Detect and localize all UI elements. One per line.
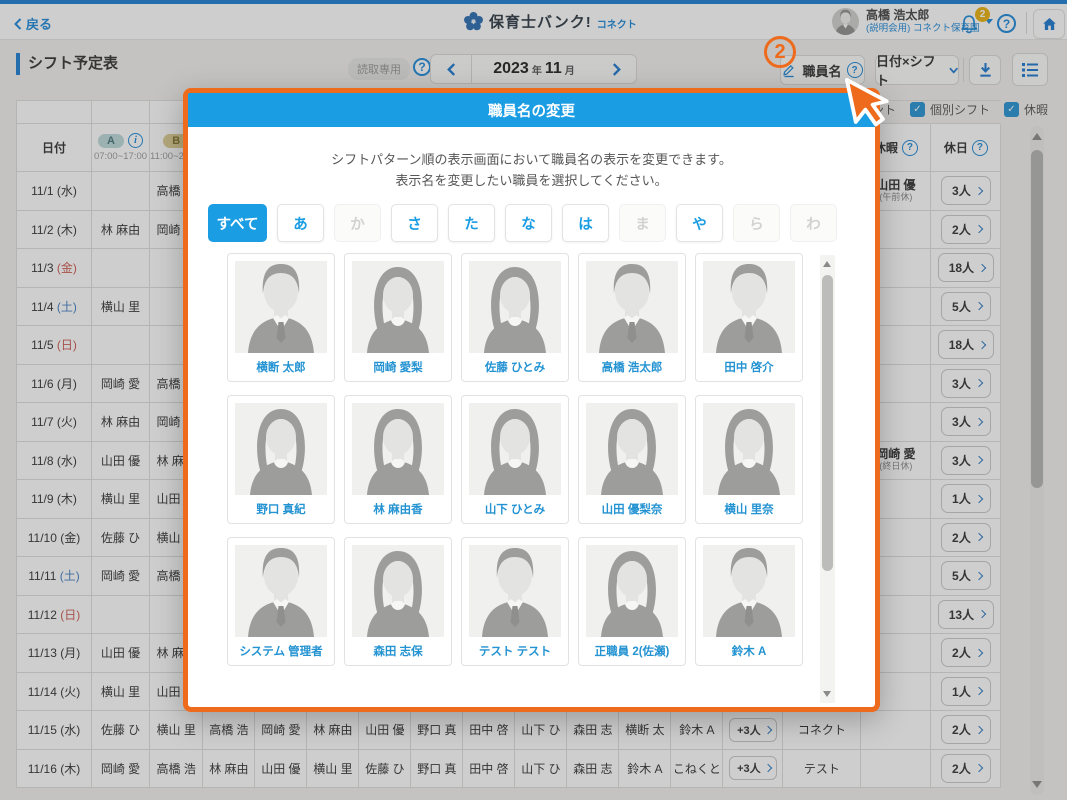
kana-tab-か: か <box>334 204 381 242</box>
female-silhouette-icon <box>469 261 561 353</box>
kana-tab-は[interactable]: は <box>562 204 609 242</box>
female-silhouette-icon <box>586 403 678 495</box>
staff-photo <box>235 261 327 353</box>
kana-tab-あ[interactable]: あ <box>277 204 324 242</box>
kana-tab-さ[interactable]: さ <box>391 204 438 242</box>
male-silhouette-icon <box>469 545 561 637</box>
staff-card[interactable]: 高橋 浩太郎 <box>578 253 686 382</box>
staff-photo <box>352 261 444 353</box>
staff-photo <box>703 403 795 495</box>
staff-card[interactable]: 横山 里奈 <box>695 395 803 524</box>
female-silhouette-icon <box>703 403 795 495</box>
kana-tab-や[interactable]: や <box>676 204 723 242</box>
staff-card[interactable]: 正職員 2(佐瀬) <box>578 537 686 666</box>
app-window: 戻る 保育士バンク! コネクト 高橋 浩太郎 (説明会用) コネクト保育園 <box>0 0 1067 800</box>
female-silhouette-icon <box>352 545 444 637</box>
staff-name: 岡崎 愛梨 <box>352 359 444 375</box>
staff-photo <box>235 545 327 637</box>
staff-card[interactable]: 岡崎 愛梨 <box>344 253 452 382</box>
female-silhouette-icon <box>469 403 561 495</box>
staff-name: システム 管理者 <box>235 643 327 659</box>
kana-tab-ら: ら <box>733 204 780 242</box>
orange-arrow-cursor <box>835 77 893 139</box>
staff-photo <box>469 545 561 637</box>
staff-card[interactable]: 野口 真紀 <box>227 395 335 524</box>
staff-photo <box>703 545 795 637</box>
male-silhouette-icon <box>703 545 795 637</box>
male-silhouette-icon <box>586 261 678 353</box>
staff-photo <box>586 261 678 353</box>
staff-name: 山下 ひとみ <box>469 501 561 517</box>
staff-card[interactable]: 田中 啓介 <box>695 253 803 382</box>
male-silhouette-icon <box>235 261 327 353</box>
female-silhouette-icon <box>352 403 444 495</box>
staff-card[interactable]: 山下 ひとみ <box>461 395 569 524</box>
staff-card[interactable]: 佐藤 ひとみ <box>461 253 569 382</box>
staff-name: テスト テスト <box>469 643 561 659</box>
kana-tab-わ: わ <box>790 204 837 242</box>
scrollbar-thumb[interactable] <box>822 275 833 571</box>
kana-tab-た[interactable]: た <box>448 204 495 242</box>
male-silhouette-icon <box>703 261 795 353</box>
staff-name: 田中 啓介 <box>703 359 795 375</box>
staff-card[interactable]: テスト テスト <box>461 537 569 666</box>
modal-title: 職員名の変更 <box>188 93 875 127</box>
staff-photo <box>235 403 327 495</box>
scroll-up-arrow[interactable] <box>823 261 831 267</box>
staff-name-change-modal: 職員名の変更 シフトパターン順の表示画面において職員名の表示を変更できます。 表… <box>183 88 880 712</box>
staff-name: 野口 真紀 <box>235 501 327 517</box>
modal-scrollbar[interactable] <box>820 255 835 703</box>
female-silhouette-icon <box>586 545 678 637</box>
staff-photo <box>703 261 795 353</box>
staff-name: 高橋 浩太郎 <box>586 359 678 375</box>
staff-card-grid: 横断 太郎 岡崎 愛梨 佐藤 ひとみ 高橋 浩太郎 田中 啓介野口 真紀 林 麻由香 山下 … <box>227 253 803 666</box>
kana-tab-すべて[interactable]: すべて <box>208 204 267 242</box>
staff-card[interactable]: 林 麻由香 <box>344 395 452 524</box>
staff-name: 横山 里奈 <box>703 501 795 517</box>
staff-name: 正職員 2(佐瀬) <box>586 643 678 659</box>
staff-photo <box>469 261 561 353</box>
staff-card[interactable]: 横断 太郎 <box>227 253 335 382</box>
staff-photo <box>469 403 561 495</box>
kana-tab-な[interactable]: な <box>505 204 552 242</box>
modal-description-line1: シフトパターン順の表示画面において職員名の表示を変更できます。 <box>188 149 875 170</box>
kana-tab-ま: ま <box>619 204 666 242</box>
modal-description-line2: 表示名を変更したい職員を選択してください。 <box>188 170 875 191</box>
staff-name: 林 麻由香 <box>352 501 444 517</box>
staff-name: 鈴木 A <box>703 643 795 659</box>
scroll-down-arrow[interactable] <box>823 691 831 697</box>
staff-photo <box>352 545 444 637</box>
staff-photo <box>586 403 678 495</box>
kana-filter-tabs: すべてあかさたなはまやらわ <box>208 204 875 242</box>
male-silhouette-icon <box>235 545 327 637</box>
staff-name: 山田 優梨奈 <box>586 501 678 517</box>
annotation-step-number: 2 <box>764 36 796 68</box>
staff-name: 横断 太郎 <box>235 359 327 375</box>
staff-card[interactable]: 鈴木 A <box>695 537 803 666</box>
staff-name: 佐藤 ひとみ <box>469 359 561 375</box>
modal-description: シフトパターン順の表示画面において職員名の表示を変更できます。 表示名を変更した… <box>188 149 875 191</box>
staff-photo <box>586 545 678 637</box>
staff-card[interactable]: システム 管理者 <box>227 537 335 666</box>
female-silhouette-icon <box>352 261 444 353</box>
female-silhouette-icon <box>235 403 327 495</box>
staff-photo <box>352 403 444 495</box>
staff-card[interactable]: 森田 志保 <box>344 537 452 666</box>
staff-name: 森田 志保 <box>352 643 444 659</box>
staff-grid-zone: 横断 太郎 岡崎 愛梨 佐藤 ひとみ 高橋 浩太郎 田中 啓介野口 真紀 林 麻由香 山下 … <box>188 253 875 703</box>
staff-card[interactable]: 山田 優梨奈 <box>578 395 686 524</box>
